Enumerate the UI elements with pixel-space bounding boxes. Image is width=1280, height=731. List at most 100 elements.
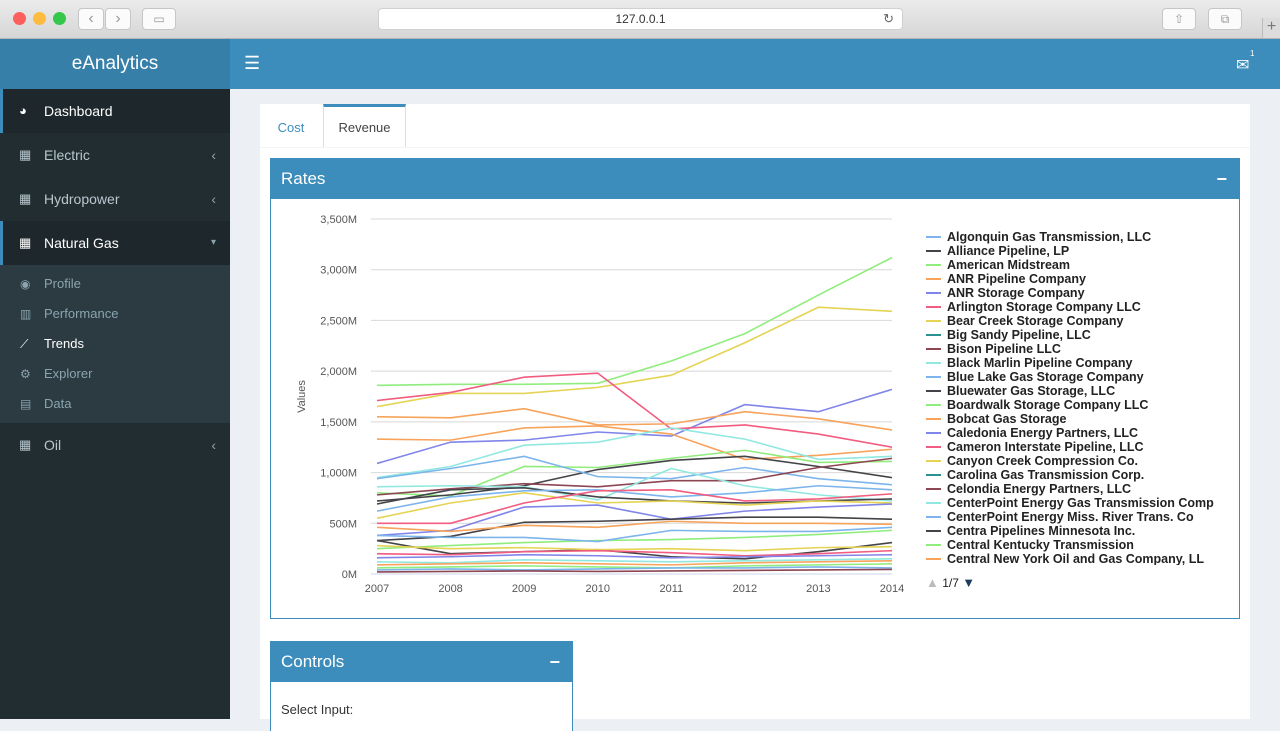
table-icon: ▤: [20, 397, 32, 411]
series-line: [376, 544, 893, 552]
legend-item[interactable]: Big Sandy Pipeline, LLC: [926, 328, 1238, 342]
legend-item[interactable]: Centra Pipelines Minnesota Inc.: [926, 524, 1238, 538]
legend-label: Canyon Creek Compression Co.: [947, 454, 1139, 468]
chevron-left-icon: ‹: [211, 437, 216, 453]
legend-item[interactable]: Arlington Storage Company LLC: [926, 300, 1238, 314]
legend-item[interactable]: Celondia Energy Partners, LLC: [926, 482, 1238, 496]
sidebar-item-electric[interactable]: ▦ Electric ‹: [0, 133, 230, 177]
legend-swatch: [926, 320, 941, 322]
submenu-item-label: Data: [44, 396, 72, 411]
x-tick-label: 2009: [512, 583, 536, 595]
legend-swatch: [926, 348, 941, 350]
legend-page-up-icon[interactable]: ▲: [926, 575, 939, 590]
sidebar-item-label: Oil: [44, 437, 62, 453]
collapse-controls-button[interactable]: −: [549, 642, 560, 682]
x-tick-label: 2011: [659, 583, 683, 595]
legend-label: Cameron Interstate Pipeline, LLC: [947, 440, 1144, 454]
legend-label: Bobcat Gas Storage: [947, 412, 1067, 426]
tab-cost[interactable]: Cost: [260, 104, 322, 147]
legend-item[interactable]: Alliance Pipeline, LP: [926, 244, 1238, 258]
legend-item[interactable]: American Midstream: [926, 258, 1238, 272]
maximize-window-button[interactable]: [53, 12, 66, 25]
controls-box-title: Controls: [281, 652, 345, 671]
legend-item[interactable]: Bobcat Gas Storage: [926, 412, 1238, 426]
envelope-icon[interactable]: ✉: [1236, 55, 1249, 75]
legend-swatch: [926, 264, 941, 266]
sidebar-item-dashboard[interactable]: ◕ Dashboard: [0, 89, 230, 133]
legend-item[interactable]: Canyon Creek Compression Co.: [926, 454, 1238, 468]
sidebar-item-hydropower[interactable]: ▦ Hydropower ‹: [0, 177, 230, 221]
submenu-item-performance[interactable]: ▥ Performance: [0, 299, 230, 329]
address-bar[interactable]: 127.0.0.1 ↻: [378, 8, 903, 30]
plus-icon[interactable]: +: [1262, 18, 1280, 38]
share-icon[interactable]: ⇧: [1162, 8, 1196, 30]
legend-swatch: [926, 306, 941, 308]
y-tick-label: 2,500M: [320, 315, 357, 327]
y-axis-label: Values: [296, 380, 308, 413]
sidebar-item-label: Dashboard: [44, 103, 113, 119]
legend-swatch: [926, 292, 941, 294]
legend-swatch: [926, 432, 941, 434]
legend-label: CenterPoint Energy Gas Transmission Comp: [947, 496, 1214, 510]
legend-item[interactable]: Bluewater Gas Storage, LLC: [926, 384, 1238, 398]
hamburger-menu-icon[interactable]: ☰: [244, 53, 260, 73]
bar-chart-icon: ▥: [20, 307, 32, 321]
x-tick-label: 2012: [733, 583, 757, 595]
minimize-window-button[interactable]: [33, 12, 46, 25]
legend-item[interactable]: ANR Pipeline Company: [926, 272, 1238, 286]
legend-item[interactable]: CenterPoint Energy Gas Transmission Comp: [926, 496, 1238, 510]
submenu-item-data[interactable]: ▤ Data: [0, 389, 230, 419]
legend-item[interactable]: Central Kentucky Transmission: [926, 538, 1238, 552]
submenu-item-trends[interactable]: ⟋ Trends: [0, 329, 230, 359]
legend-label: Central New York Oil and Gas Company, LL: [947, 552, 1205, 565]
legend-item[interactable]: Cameron Interstate Pipeline, LLC: [926, 440, 1238, 454]
natural-gas-submenu: ◉ Profile ▥ Performance ⟋ Trends ⚙ Explorer …: [0, 265, 230, 423]
legend-item[interactable]: Carolina Gas Transmission Corp.: [926, 468, 1238, 482]
app-logo[interactable]: eAnalytics: [0, 39, 230, 89]
y-tick-label: 1,000M: [320, 468, 357, 480]
chevron-down-icon: ▾: [210, 237, 216, 248]
y-tick-label: 1,500M: [320, 417, 357, 429]
submenu-item-profile[interactable]: ◉ Profile: [0, 269, 230, 299]
legend-label: Carolina Gas Transmission Corp.: [947, 468, 1145, 482]
sidebar-icon[interactable]: ▭: [142, 8, 176, 30]
tab-revenue[interactable]: Revenue: [323, 104, 406, 147]
forward-icon[interactable]: ›: [105, 8, 131, 30]
close-window-button[interactable]: [13, 12, 26, 25]
legend-item[interactable]: ANR Storage Company: [926, 286, 1238, 300]
legend-pager: ▲ 1/7 ▼: [926, 575, 975, 591]
x-tick-label: 2014: [880, 583, 904, 595]
legend-page-text: 1/7: [942, 576, 959, 590]
legend-item[interactable]: Central New York Oil and Gas Company, LL: [926, 552, 1238, 565]
x-tick-label: 2013: [806, 583, 830, 595]
legend-page-down-icon[interactable]: ▼: [962, 575, 975, 590]
legend-swatch: [926, 362, 941, 364]
line-chart-icon: ⟋: [20, 337, 29, 351]
legend-item[interactable]: Bison Pipeline LLC: [926, 342, 1238, 356]
back-icon[interactable]: ‹: [78, 8, 104, 30]
gear-icon: ⚙: [20, 367, 31, 381]
legend-item[interactable]: Blue Lake Gas Storage Company: [926, 370, 1238, 384]
legend-item[interactable]: Black Marlin Pipeline Company: [926, 356, 1238, 370]
reload-icon[interactable]: ↻: [883, 9, 894, 29]
legend-swatch: [926, 278, 941, 280]
submenu-item-explorer[interactable]: ⚙ Explorer: [0, 359, 230, 389]
legend-item[interactable]: CenterPoint Energy Miss. River Trans. Co: [926, 510, 1238, 524]
grid-icon: ▦: [19, 191, 32, 206]
submenu-item-label: Explorer: [44, 366, 93, 381]
sidebar: eAnalytics ◕ Dashboard ▦ Electric ‹ ▦ Hydrop…: [0, 39, 230, 719]
sidebar-item-oil[interactable]: ▦ Oil ‹: [0, 423, 230, 467]
sidebar-item-label: Electric: [44, 147, 90, 163]
sidebar-item-natural-gas[interactable]: ▦ Natural Gas ▾: [0, 221, 230, 265]
legend-item[interactable]: Boardwalk Storage Company LLC: [926, 398, 1238, 412]
legend-swatch: [926, 236, 941, 238]
legend-item[interactable]: Caledonia Energy Partners, LLC: [926, 426, 1238, 440]
top-navbar: ☰ ✉ 1: [230, 39, 1280, 89]
tabs-icon[interactable]: ⧉: [1208, 8, 1242, 30]
browser-toolbar: ‹ › ▭ 127.0.0.1 ↻ ⇧ ⧉ +: [0, 0, 1280, 39]
sidebar-item-label: Hydropower: [44, 191, 120, 207]
legend-item[interactable]: Bear Creek Storage Company: [926, 314, 1238, 328]
rates-box-title: Rates: [281, 169, 326, 188]
collapse-rates-button[interactable]: −: [1216, 159, 1227, 199]
legend-item[interactable]: Algonquin Gas Transmission, LLC: [926, 230, 1238, 244]
